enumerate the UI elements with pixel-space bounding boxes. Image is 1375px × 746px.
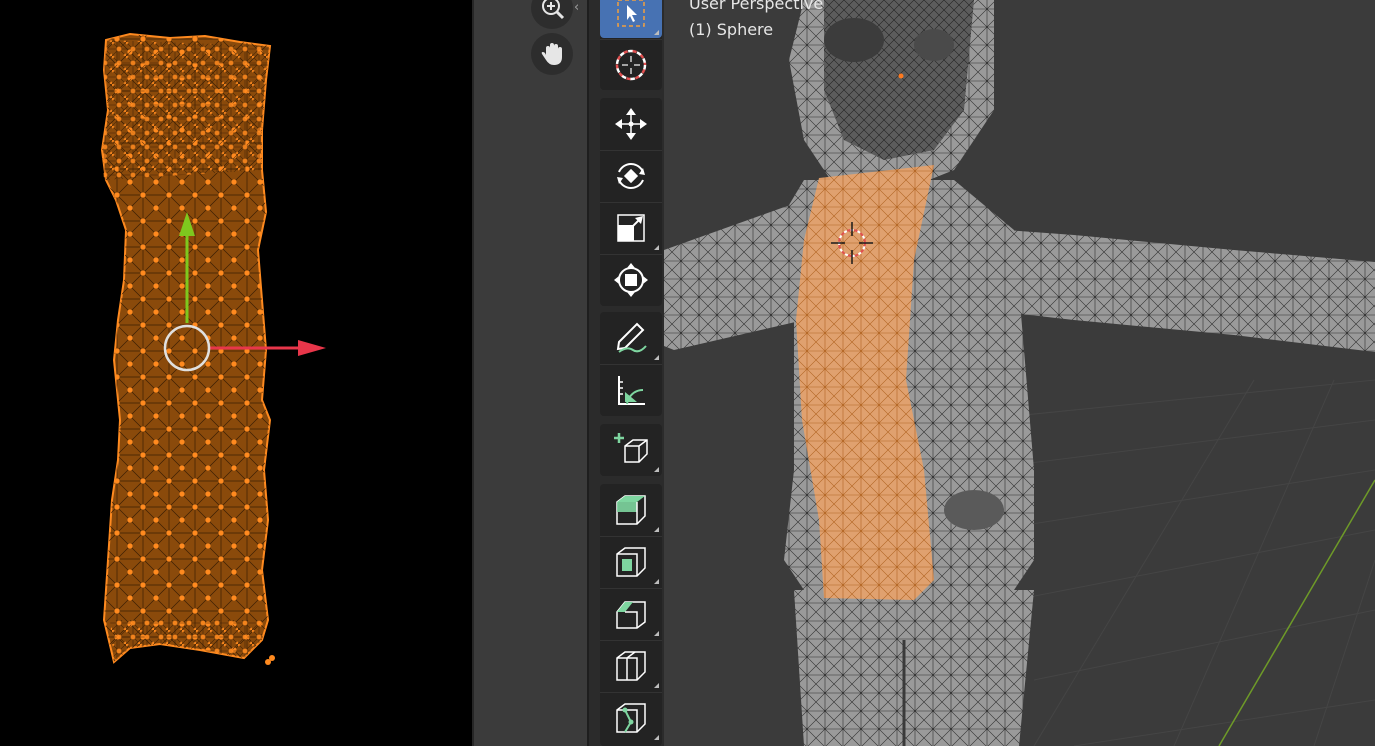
measure-ruler-icon bbox=[618, 376, 645, 405]
tool-group-mesh bbox=[600, 484, 662, 746]
tool-group-annotate bbox=[600, 312, 662, 416]
active-object-label: (1) Sphere bbox=[689, 20, 774, 39]
viewport-mode-label: User Perspective bbox=[689, 0, 824, 13]
floor-grid bbox=[973, 379, 1375, 746]
gizmo-x-arrow-icon[interactable] bbox=[298, 340, 326, 356]
tool-move[interactable] bbox=[600, 99, 662, 149]
tool-inset-faces[interactable] bbox=[600, 536, 662, 587]
viewport-info: User Perspective (1) Sphere bbox=[689, 0, 823, 40]
tool-cursor[interactable] bbox=[600, 39, 662, 90]
uv-editor-area[interactable] bbox=[0, 0, 472, 746]
tool-group-add bbox=[600, 424, 662, 476]
annotate-pencil-icon bbox=[616, 322, 647, 353]
knife-icon bbox=[616, 703, 646, 733]
magnifier-zoom-icon bbox=[542, 0, 565, 20]
tool-add-cube[interactable] bbox=[600, 425, 662, 475]
uv-canvas[interactable] bbox=[0, 0, 472, 746]
tool-knife[interactable] bbox=[600, 692, 662, 743]
tool-loop-cut[interactable] bbox=[600, 640, 662, 691]
loop-cut-icon bbox=[616, 651, 646, 681]
tool-group-select bbox=[600, 0, 662, 90]
tool-extrude-region[interactable] bbox=[600, 485, 662, 535]
cursor-icon bbox=[615, 49, 647, 81]
transform-icon bbox=[614, 263, 648, 297]
tool-transform[interactable] bbox=[600, 254, 662, 305]
tool-select-box[interactable] bbox=[600, 0, 662, 38]
pan-button[interactable] bbox=[531, 33, 573, 75]
tool-bevel[interactable] bbox=[600, 588, 662, 639]
select-box-icon bbox=[617, 0, 645, 27]
extrude-icon bbox=[616, 495, 646, 525]
move-icon bbox=[615, 108, 647, 140]
hand-pan-icon bbox=[541, 43, 562, 65]
inset-icon bbox=[616, 547, 646, 577]
toolbar-edge bbox=[587, 0, 589, 746]
tool-scale[interactable] bbox=[600, 202, 662, 253]
y-axis-line bbox=[1218, 479, 1375, 746]
tool-rotate[interactable] bbox=[600, 150, 662, 201]
scale-icon bbox=[617, 214, 645, 242]
add-cube-icon bbox=[614, 433, 648, 463]
bevel-icon bbox=[616, 601, 646, 629]
tool-measure[interactable] bbox=[600, 364, 662, 415]
3d-viewport[interactable]: ‹ User Perspective (1) Sphere bbox=[474, 0, 1375, 746]
rotate-icon bbox=[617, 163, 645, 189]
tool-group-transform bbox=[600, 98, 662, 306]
tool-annotate[interactable] bbox=[600, 313, 662, 363]
chevron-left-icon[interactable]: ‹ bbox=[574, 0, 579, 15]
